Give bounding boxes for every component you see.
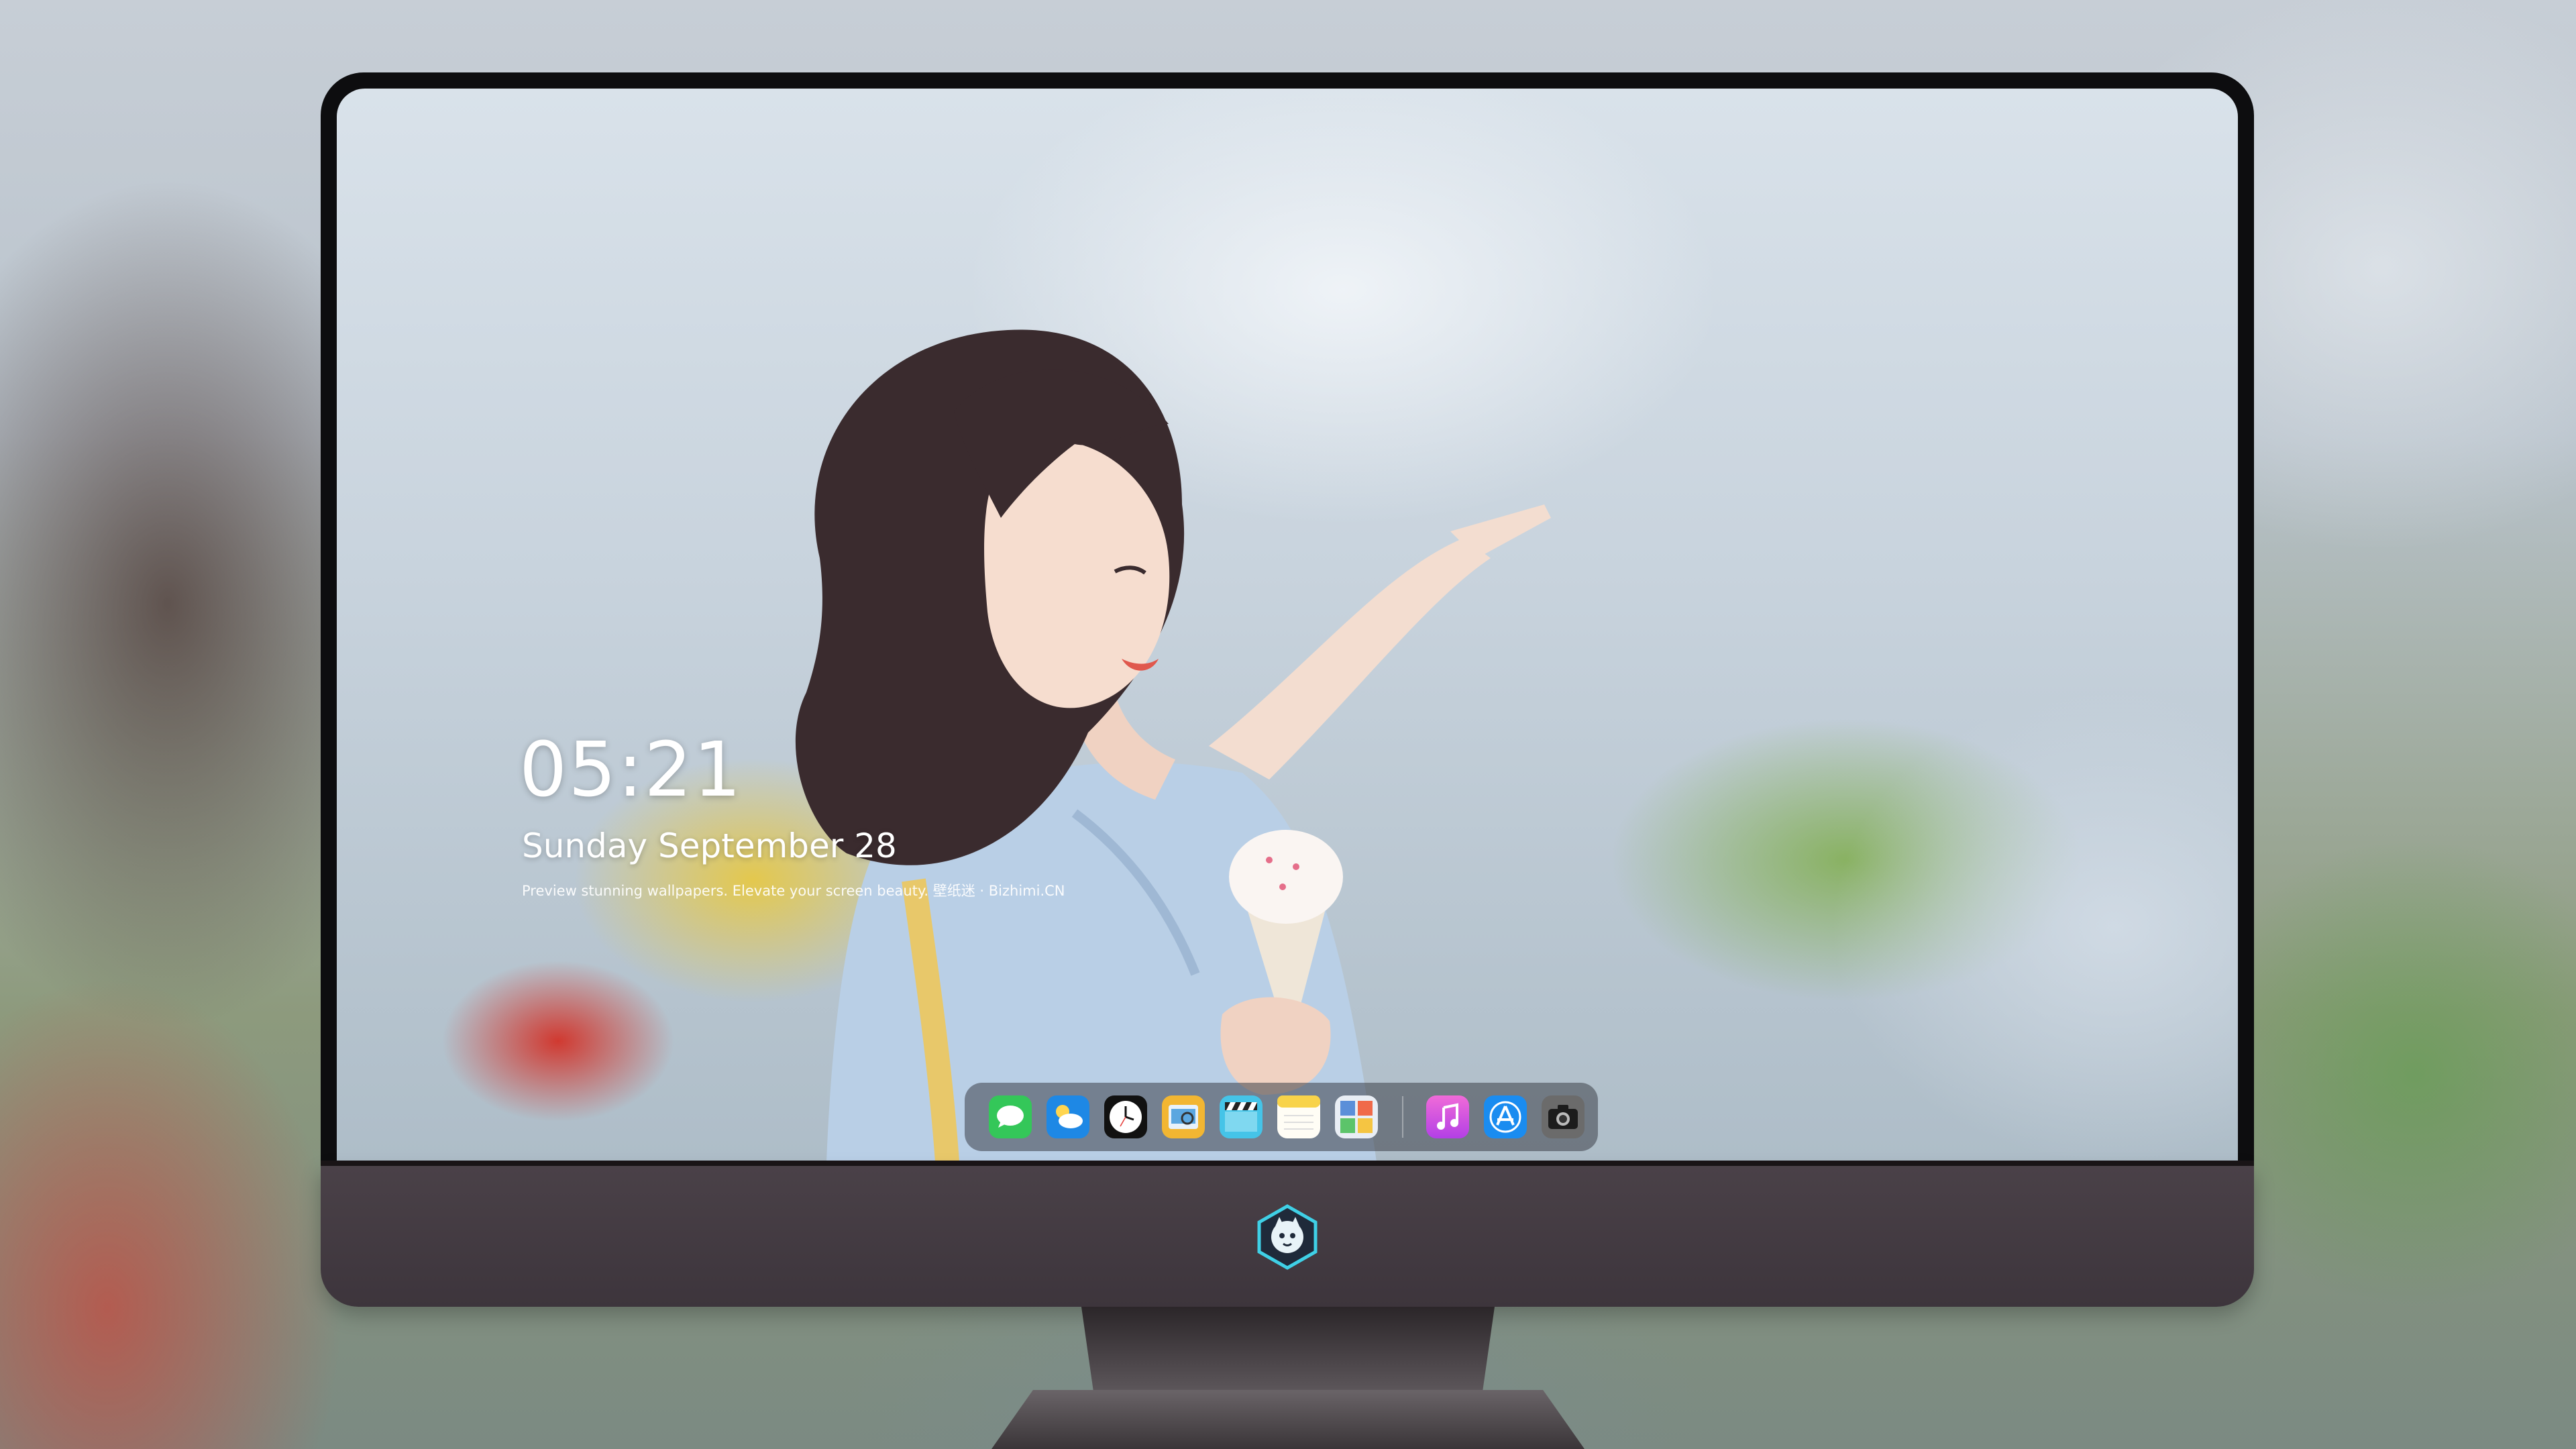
monitor-mockup: 05:21 Sunday September 28 Preview stunni…	[321, 72, 2254, 1307]
dock-app-photo-booth[interactable]	[1335, 1095, 1378, 1138]
desktop-screen: 05:21 Sunday September 28 Preview stunni…	[337, 89, 2238, 1161]
wallpaper-credit: Preview stunning wallpapers. Elevate you…	[522, 883, 1065, 899]
dock-app-preview[interactable]	[1162, 1095, 1205, 1138]
app-store-icon	[1484, 1095, 1527, 1138]
wallpaper-photo	[795, 329, 1551, 1161]
preview-icon	[1162, 1095, 1205, 1138]
dock-separator	[1402, 1096, 1403, 1138]
clapperboard-icon	[1220, 1095, 1263, 1138]
notes-icon	[1277, 1095, 1320, 1138]
dock-app-itunes[interactable]	[1426, 1095, 1469, 1138]
music-icon	[1426, 1095, 1469, 1138]
messages-icon	[989, 1095, 1032, 1138]
camera-icon	[1542, 1095, 1585, 1138]
dock-app-app-store[interactable]	[1484, 1095, 1527, 1138]
lock-screen-time: 05:21	[519, 727, 743, 814]
dock-app-messages[interactable]	[989, 1095, 1032, 1138]
dock-app-clock[interactable]	[1104, 1095, 1147, 1138]
monitor-stand-base	[991, 1390, 1585, 1449]
dock-app-camera[interactable]	[1542, 1095, 1585, 1138]
brand-mascot-icon	[1257, 1204, 1318, 1270]
photo-gallery-icon	[1335, 1095, 1378, 1138]
dock-app-weather[interactable]	[1046, 1095, 1089, 1138]
weather-icon	[1046, 1095, 1089, 1138]
dock-app-notes[interactable]	[1277, 1095, 1320, 1138]
lock-screen-date: Sunday September 28	[522, 826, 897, 865]
monitor-stand-neck	[1081, 1307, 1495, 1394]
dock	[965, 1083, 1598, 1151]
dock-app-clips[interactable]	[1220, 1095, 1263, 1138]
clock-icon	[1104, 1095, 1147, 1138]
